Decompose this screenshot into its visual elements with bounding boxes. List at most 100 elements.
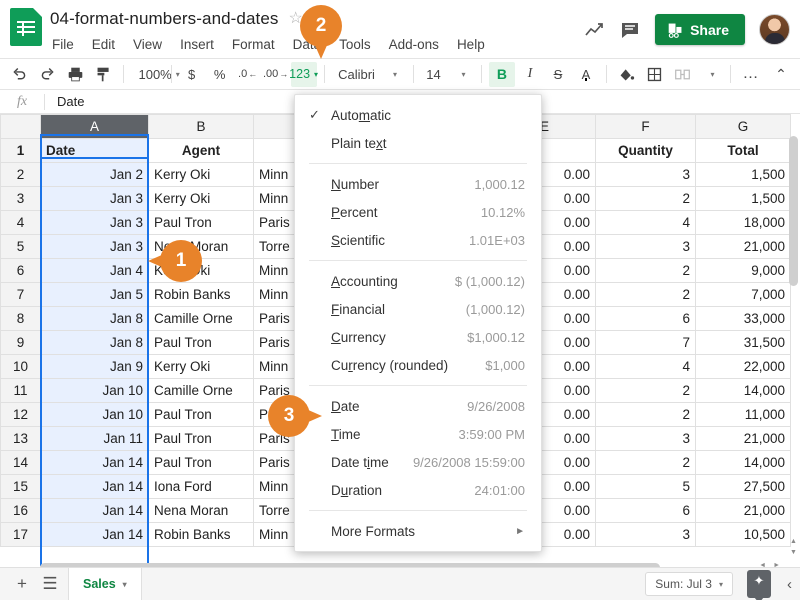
collapse-toolbar-icon[interactable]: ⌃	[768, 62, 794, 87]
italic-button[interactable]: I	[517, 62, 543, 87]
cell-a1[interactable]: Date	[40, 138, 149, 163]
fill-color-icon[interactable]	[613, 62, 639, 87]
cell-quantity[interactable]: 2	[595, 258, 696, 283]
add-sheet-button[interactable]: +	[8, 570, 36, 598]
row-header[interactable]: 11	[0, 378, 41, 403]
cell-date[interactable]: Jan 2	[40, 162, 149, 187]
share-button[interactable]: Share	[655, 14, 745, 45]
cell-total[interactable]: 22,000	[695, 354, 791, 379]
formula-input[interactable]: Date	[45, 94, 84, 109]
font-family-caret[interactable]: ▾	[380, 62, 406, 87]
menu-item-currency-rounded[interactable]: Currency (rounded) $1,000	[295, 351, 541, 379]
cell-date[interactable]: Jan 14	[40, 474, 149, 499]
menu-item-date-time[interactable]: Date time 9/26/2008 15:59:00	[295, 448, 541, 476]
cell-date[interactable]: Jan 14	[40, 498, 149, 523]
paint-format-icon[interactable]	[90, 62, 116, 87]
menu-item-date[interactable]: Date 9/26/2008	[295, 392, 541, 420]
menu-item-insert[interactable]: Insert	[178, 36, 216, 53]
column-header-g[interactable]: G	[695, 114, 791, 139]
cell-date[interactable]: Jan 5	[40, 282, 149, 307]
cell-total[interactable]: 33,000	[695, 306, 791, 331]
scroll-down-arrow[interactable]: ▼	[789, 549, 798, 558]
menu-item-help[interactable]: Help	[455, 36, 487, 53]
column-header-b[interactable]: B	[148, 114, 254, 139]
cell-agent[interactable]: Paul Tron	[148, 402, 254, 427]
cell-agent[interactable]: Camille Orne	[148, 378, 254, 403]
merge-cells-icon[interactable]	[669, 62, 695, 87]
avatar[interactable]	[759, 14, 790, 45]
document-title[interactable]: 04-format-numbers-and-dates	[50, 9, 279, 29]
cell-date[interactable]: Jan 8	[40, 330, 149, 355]
font-size-caret[interactable]: ▾	[448, 62, 474, 87]
cell-total[interactable]: 21,000	[695, 498, 791, 523]
cell-quantity[interactable]: 3	[595, 234, 696, 259]
cell-quantity[interactable]: 3	[595, 162, 696, 187]
row-header[interactable]: 6	[0, 258, 41, 283]
cell-agent[interactable]: Paul Tron	[148, 450, 254, 475]
cell-agent[interactable]: Robin Banks	[148, 282, 254, 307]
cell-date[interactable]: Jan 4	[40, 258, 149, 283]
more-formats-button[interactable]: 123 ▾	[289, 61, 318, 87]
row-header[interactable]: 13	[0, 426, 41, 451]
cell-quantity[interactable]: 3	[595, 426, 696, 451]
cell-total[interactable]: 1,500	[695, 162, 791, 187]
vertical-scroll-thumb[interactable]	[789, 136, 798, 286]
menu-item-duration[interactable]: Duration 24:01:00	[295, 476, 541, 504]
cell-total[interactable]: 1,500	[695, 186, 791, 211]
cell-total[interactable]: 18,000	[695, 210, 791, 235]
cell-date[interactable]: Jan 14	[40, 450, 149, 475]
redo-icon[interactable]	[34, 62, 60, 87]
row-header[interactable]: 14	[0, 450, 41, 475]
number-format-menu[interactable]: ✓ Automatic Plain text Number 1,000.12 Percen…	[294, 94, 542, 552]
menu-item-percent[interactable]: Percent 10.12%	[295, 198, 541, 226]
menu-item-addons[interactable]: Add-ons	[387, 36, 441, 53]
row-header[interactable]: 5	[0, 234, 41, 259]
cell-total[interactable]: 27,500	[695, 474, 791, 499]
menu-item-more-formats[interactable]: More Formats ►	[295, 517, 541, 545]
row-header[interactable]: 10	[0, 354, 41, 379]
cell-quantity[interactable]: 2	[595, 378, 696, 403]
undo-icon[interactable]	[6, 62, 32, 87]
cell-total[interactable]: 14,000	[695, 378, 791, 403]
cell-b1[interactable]: Agent	[148, 138, 254, 163]
row-header[interactable]: 16	[0, 498, 41, 523]
cell-total[interactable]: 14,000	[695, 450, 791, 475]
cell-quantity[interactable]: 4	[595, 210, 696, 235]
menu-item-tools[interactable]: Tools	[337, 36, 373, 53]
cell-agent[interactable]: Paul Tron	[148, 330, 254, 355]
row-header[interactable]: 7	[0, 282, 41, 307]
cell-date[interactable]: Jan 8	[40, 306, 149, 331]
menu-item-automatic[interactable]: ✓ Automatic	[295, 101, 541, 129]
cell-f1[interactable]: Quantity	[595, 138, 696, 163]
cell-agent[interactable]: Kerry Oki	[148, 354, 254, 379]
menu-item-time[interactable]: Time 3:59:00 PM	[295, 420, 541, 448]
row-header[interactable]: 1	[0, 138, 41, 163]
cell-quantity[interactable]: 2	[595, 450, 696, 475]
cell-agent[interactable]: Iona Ford	[148, 474, 254, 499]
trending-up-icon[interactable]	[583, 19, 605, 41]
cell-date[interactable]: Jan 10	[40, 402, 149, 427]
select-all-corner[interactable]	[0, 114, 41, 139]
cell-date[interactable]: Jan 10	[40, 378, 149, 403]
zoom-selector[interactable]: 100% ▾	[130, 62, 179, 87]
cell-agent[interactable]: Camille Orne	[148, 306, 254, 331]
cell-quantity[interactable]: 2	[595, 402, 696, 427]
strikethrough-button[interactable]: S	[545, 62, 571, 87]
cell-agent[interactable]: Kerry Oki	[148, 162, 254, 187]
scroll-up-arrow[interactable]: ▲	[789, 538, 798, 547]
menu-item-currency[interactable]: Currency $1,000.12	[295, 323, 541, 351]
text-color-button[interactable]: A	[573, 62, 599, 87]
menu-item-view[interactable]: View	[131, 36, 164, 53]
cell-date[interactable]: Jan 3	[40, 210, 149, 235]
cell-agent[interactable]: Nena Moran	[148, 498, 254, 523]
collapse-panel-icon[interactable]: ‹	[787, 576, 792, 593]
merge-caret[interactable]: ▾	[697, 62, 723, 87]
bold-button[interactable]: B	[488, 61, 515, 87]
cell-agent[interactable]: Kerry Oki	[148, 186, 254, 211]
borders-icon[interactable]	[641, 62, 667, 87]
cell-total[interactable]: 10,500	[695, 522, 791, 547]
row-header[interactable]: 12	[0, 402, 41, 427]
vertical-scrollbar[interactable]: ▲ ▼	[788, 136, 799, 558]
print-icon[interactable]	[62, 62, 88, 87]
menu-item-file[interactable]: File	[50, 36, 76, 53]
